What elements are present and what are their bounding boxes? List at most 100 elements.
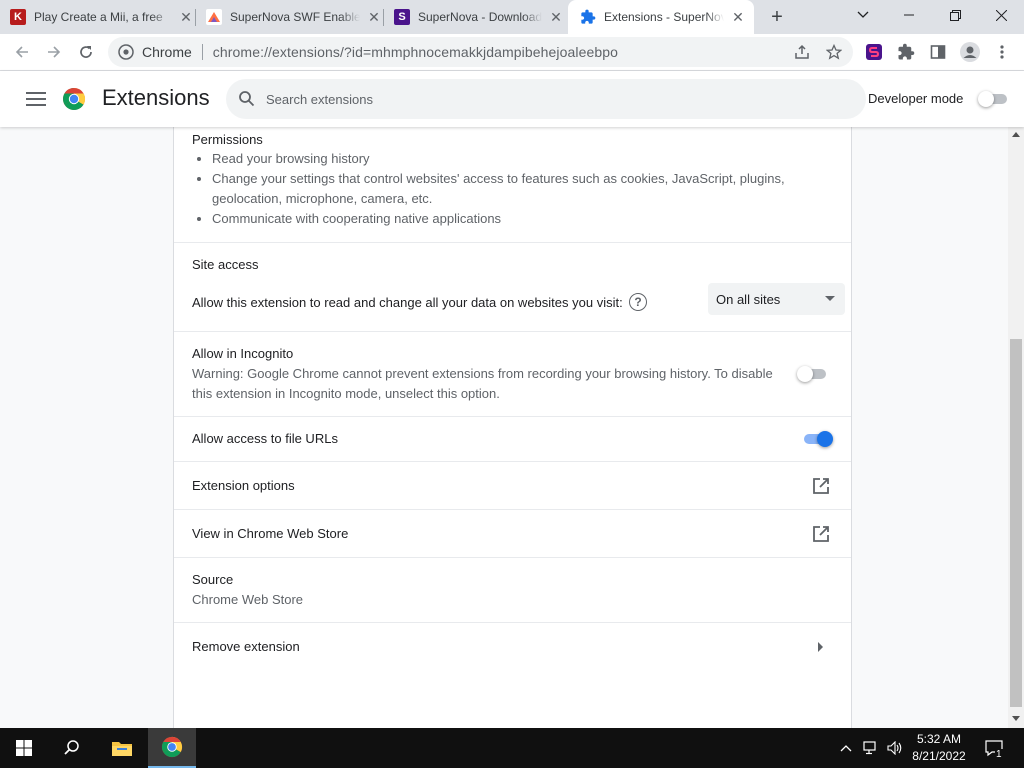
tab-title: Play Create a Mii, a free	[34, 10, 163, 24]
file-urls-label: Allow access to file URLs	[192, 431, 338, 446]
k-logo-icon: K	[10, 9, 26, 25]
scroll-down-arrow-icon[interactable]	[1012, 716, 1020, 721]
site-access-heading: Site access	[192, 257, 259, 272]
permissions-heading: Permissions	[192, 132, 263, 147]
extensions-header: Extensions Developer mode	[0, 71, 1024, 127]
remove-extension-row[interactable]: Remove extension	[174, 623, 851, 671]
incognito-warning: Warning: Google Chrome cannot prevent ex…	[192, 366, 773, 401]
extension-details-page: Permissions Read your browsing history C…	[0, 127, 1008, 728]
browser-toolbar: Chrome chrome://extensions/?id=mhmphnoce…	[0, 34, 1024, 71]
open-in-new-icon[interactable]	[811, 476, 831, 496]
permissions-section: Permissions Read your browsing history C…	[174, 127, 851, 243]
remove-extension-label: Remove extension	[192, 639, 300, 654]
forward-button[interactable]	[40, 38, 68, 66]
reload-button[interactable]	[72, 38, 100, 66]
clock-time: 5:32 AM	[916, 732, 962, 746]
help-icon[interactable]: ?	[629, 293, 647, 311]
minimize-button[interactable]	[886, 0, 932, 30]
tab-title: SuperNova SWF Enabler	[230, 10, 360, 24]
source-value: Chrome Web Store	[192, 592, 304, 607]
file-explorer-button[interactable]	[98, 728, 146, 768]
share-icon[interactable]	[790, 40, 814, 64]
new-tab-button[interactable]: +	[764, 5, 790, 29]
site-access-selected: On all sites	[716, 291, 781, 307]
site-access-section: Site access Allow this extension to read…	[174, 243, 851, 332]
site-label: Chrome	[142, 44, 192, 60]
notifications-button[interactable]: 1	[980, 728, 1008, 768]
scroll-up-arrow-icon[interactable]	[1012, 132, 1020, 137]
tab-search-icon[interactable]	[840, 0, 886, 30]
source-section: Source Chrome Web Store	[174, 558, 851, 623]
side-panel-icon[interactable]	[926, 40, 950, 64]
developer-mode-toggle[interactable]	[978, 91, 1010, 107]
extension-options-row[interactable]: Extension options	[174, 462, 851, 510]
search-icon	[239, 91, 255, 107]
permission-item: Change your settings that control websit…	[212, 169, 792, 209]
show-hidden-icons-chevron-icon[interactable]	[836, 728, 856, 768]
tab-separator	[383, 9, 384, 26]
chrome-menu-icon[interactable]	[990, 40, 1014, 64]
web-store-label: View in Chrome Web Store	[192, 526, 349, 541]
url-text[interactable]: chrome://extensions/?id=mhmphnocemakkjda…	[213, 44, 618, 60]
address-bar[interactable]: Chrome chrome://extensions/?id=mhmphnoce…	[108, 37, 853, 67]
restore-button[interactable]	[932, 0, 978, 30]
supernova-icon: S	[394, 9, 410, 25]
site-access-dropdown[interactable]: On all sites	[708, 283, 845, 315]
tab-separator	[195, 9, 196, 26]
bookmark-star-icon[interactable]	[822, 40, 846, 64]
search-taskbar-button[interactable]	[48, 728, 96, 768]
open-in-new-icon[interactable]	[811, 524, 831, 544]
chrome-taskbar-button[interactable]	[148, 728, 196, 768]
tab-supernova-swf-enabler[interactable]: SuperNova SWF Enabler ✕	[206, 0, 384, 34]
extension-details-card: Permissions Read your browsing history C…	[173, 127, 852, 728]
site-access-description: Allow this extension to read and change …	[192, 295, 623, 310]
page-title: Extensions	[102, 85, 210, 110]
close-tab-icon[interactable]: ✕	[728, 7, 748, 27]
tab-title: SuperNova - Download	[418, 10, 542, 24]
dropdown-arrow-icon	[825, 296, 835, 301]
close-tab-icon[interactable]: ✕	[176, 7, 196, 27]
folder-icon	[112, 742, 132, 756]
notification-count: 1	[995, 749, 1003, 760]
site-info-chip[interactable]: Chrome	[108, 44, 192, 60]
network-icon[interactable]	[860, 728, 882, 768]
chrome-logo-icon	[62, 87, 86, 111]
page-scrollbar[interactable]	[1008, 127, 1024, 728]
system-clock[interactable]: 5:32 AM 8/21/2022	[906, 731, 972, 765]
scrollbar-thumb[interactable]	[1010, 339, 1022, 707]
supernova-swf-icon	[206, 9, 222, 25]
extensions-puzzle-icon[interactable]	[894, 40, 918, 64]
tab-play-create-mii[interactable]: K Play Create a Mii, a free ✕	[10, 0, 196, 34]
profile-avatar-icon[interactable]	[958, 40, 982, 64]
puzzle-icon	[580, 9, 596, 25]
chrome-logo-icon	[161, 736, 183, 758]
file-urls-toggle[interactable]	[801, 431, 833, 447]
chevron-right-icon	[818, 642, 823, 652]
tab-extensions-supernova[interactable]: Extensions - SuperNova ✕	[568, 0, 754, 34]
close-tab-icon[interactable]: ✕	[364, 7, 384, 27]
volume-icon[interactable]	[884, 728, 906, 768]
search-box[interactable]	[226, 79, 866, 119]
clock-date: 8/21/2022	[912, 749, 966, 763]
start-button[interactable]	[0, 728, 48, 768]
windows-taskbar: 5:32 AM 8/21/2022 1	[0, 728, 1024, 768]
extension-options-label: Extension options	[192, 478, 295, 493]
search-icon	[64, 740, 79, 755]
back-button[interactable]	[8, 38, 36, 66]
tab-strip: K Play Create a Mii, a free ✕ SuperNova …	[0, 0, 1024, 34]
chrome-site-icon	[118, 44, 134, 60]
close-tab-icon[interactable]: ✕	[546, 7, 566, 27]
source-heading: Source	[192, 572, 234, 587]
close-window-button[interactable]	[978, 0, 1024, 30]
tab-supernova-download[interactable]: S SuperNova - Download ✕	[394, 0, 566, 34]
permission-item: Read your browsing history	[212, 149, 792, 169]
main-menu-icon[interactable]	[26, 89, 46, 109]
search-input[interactable]	[266, 91, 826, 107]
supernova-extension-icon[interactable]	[862, 40, 886, 64]
tab-title: Extensions - SuperNova	[604, 10, 724, 24]
web-store-row[interactable]: View in Chrome Web Store	[174, 510, 851, 558]
windows-logo-icon	[16, 740, 32, 756]
incognito-toggle[interactable]	[797, 366, 829, 382]
incognito-heading: Allow in Incognito	[192, 346, 294, 361]
developer-mode-label: Developer mode	[868, 91, 964, 106]
